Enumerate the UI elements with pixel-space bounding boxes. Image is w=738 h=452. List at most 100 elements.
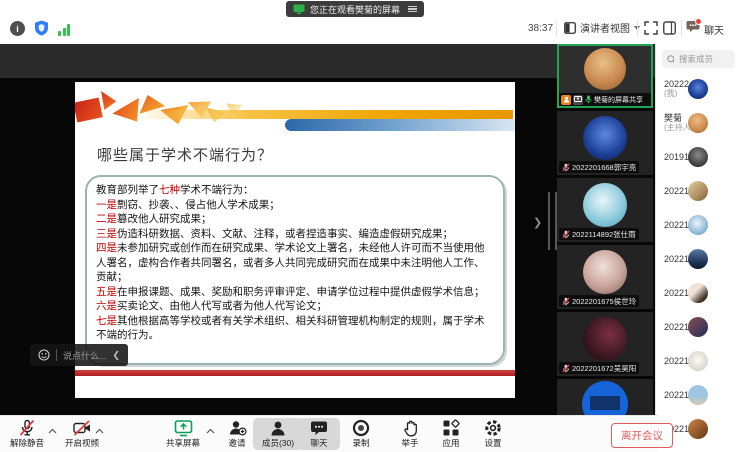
meeting-timer: 38:37 [528,23,553,34]
search-icon [667,55,674,64]
divider [556,21,557,37]
slide-decoration-orange-bar [135,110,513,119]
divider [637,21,638,37]
avatar [583,183,627,227]
member-row[interactable]: 20191 [656,140,738,174]
meeting-info-icon[interactable]: i [10,21,25,36]
avatar [583,250,627,294]
camera-off-icon [72,419,92,437]
avatar [584,48,626,90]
slide-bottom-red-band [75,370,515,376]
member-row[interactable]: 20221 [656,174,738,208]
divider [681,21,682,37]
slide-line: 三是伪造科研数据、资料、文献、注释，或者捏造事实、编造虚假研究成果； [96,227,494,242]
chat-panel-title: 聊天 [704,22,724,37]
video-thumb[interactable]: 2022201675侯世玲 [557,245,653,309]
share-screen-button[interactable]: 共享屏幕 [160,419,206,449]
view-mode-dropdown[interactable]: 演讲者视图 [564,20,640,35]
thumb-label: 2022201672吴昊阳 [572,363,636,374]
divider [56,349,57,361]
thumb-label: 2022201675侯世玲 [572,296,636,307]
members-button[interactable]: 成员(30) [253,418,303,450]
avatar [688,283,708,303]
mic-muted-icon [18,419,36,437]
quick-chat-bar[interactable]: 说点什么... ❮ [30,344,128,366]
member-row[interactable]: 20222(我) [656,72,738,106]
member-search-input[interactable] [677,53,730,65]
bottom-toolbar: 解除静音 开启视频 共享屏幕 邀请 成员(30) 聊天 录制 [0,415,658,452]
record-button[interactable]: 录制 [338,419,384,449]
member-row[interactable]: 20221 [656,378,738,412]
unmute-button[interactable]: 解除静音 [4,419,50,449]
start-video-button[interactable]: 开启视频 [59,419,105,449]
gear-icon [484,419,502,437]
video-thumb[interactable]: 2022201668郭宇亮 [557,111,653,175]
fullscreen-icon[interactable] [644,21,658,35]
member-row[interactable]: 20221 [656,208,738,242]
mic-on-icon [585,95,592,104]
slide-line: 六是买卖论文、由他人代写或者为他人代写论文； [96,299,494,314]
mic-muted-icon [562,230,570,239]
raise-hand-button[interactable]: 举手 [387,419,433,449]
invite-person-icon [228,419,247,437]
avatar [688,113,708,133]
chat-unread-dot [695,18,702,25]
chat-button[interactable]: 聊天 [298,418,340,450]
member-row[interactable]: 20221 [656,276,738,310]
member-row[interactable]: 樊菊(主持人 [656,106,738,140]
screen-watch-notification[interactable]: 您正在观看樊菊的屏幕 [286,1,424,17]
member-row[interactable]: 20221 [656,242,738,276]
video-thumb[interactable]: 2022114892张仕雨 [557,178,653,242]
member-row[interactable]: 20221 [656,310,738,344]
thumb-label: 2022201668郭宇亮 [572,162,636,173]
avatar [688,385,708,405]
members-icon [269,420,287,437]
member-list-panel: 20222(我) 樊菊(主持人 20191 20221 20221 20221 … [655,44,738,452]
leave-meeting-button[interactable]: 离开会议 [611,423,673,448]
avatar [688,351,708,371]
meeting-window: 您正在观看樊菊的屏幕 i 38:37 演讲者视图 聊天 [0,0,738,452]
share-screen-icon [174,419,193,437]
mic-muted-icon [562,163,570,172]
security-shield-icon[interactable] [34,20,49,36]
apps-button[interactable]: 应用 [428,419,474,449]
collapse-left-icon[interactable]: ❮ [113,350,121,361]
thumb-label: 2022114892张仕雨 [572,229,636,240]
view-mode-label: 演讲者视图 [580,20,630,35]
thumb-label: 樊菊的屏幕共享 [594,95,643,105]
slide-line: 二是篡改他人研究成果； [96,212,494,227]
slide-decoration [75,98,103,123]
slide-line: 一是剽窃、抄袭、、侵占他人学术成果； [96,198,494,213]
scrollbar[interactable] [548,192,557,250]
avatar [688,147,708,167]
slide-line: 七是其他根据高等学校或者有关学术组织、相关科研管理机构制定的规则，属于学术不端的… [96,314,494,343]
mic-options-chevron[interactable] [48,428,57,434]
side-panel-icon[interactable] [663,21,676,35]
settings-button[interactable]: 设置 [470,419,516,449]
video-thumbnail-strip: 樊菊的屏幕共享 2022201668郭宇亮 2022114892张仕雨 2022… [557,44,653,415]
chat-bubble-icon [310,420,328,437]
avatar [688,79,708,99]
mic-muted-icon [562,297,570,306]
quick-chat-placeholder[interactable]: 说点什么... [63,349,107,362]
avatar [583,116,627,160]
mic-muted-icon [562,364,570,373]
avatar [688,181,708,201]
slide-title: 哪些属于学术不端行为？ [97,144,273,165]
record-icon [352,419,370,437]
chat-panel-header[interactable]: 聊天 [686,20,724,38]
screen-share-badge-icon [573,95,583,105]
emoji-icon[interactable] [38,349,50,361]
slide-decoration-blue-swoosh [285,119,515,131]
presenter-status-bar: 樊菊的屏幕共享 [559,93,651,106]
member-search[interactable] [662,50,735,68]
video-options-chevron[interactable] [95,428,104,434]
notification-text: 您正在观看樊菊的屏幕 [310,3,400,16]
video-thumb-presenter[interactable]: 樊菊的屏幕共享 [557,44,653,108]
member-row[interactable]: 20221 [656,344,738,378]
expand-panel-icon[interactable]: ❯ [533,216,542,229]
notification-menu-icon[interactable] [408,6,417,13]
slide-line: 五是在申报课题、成果、奖励和职务评审评定、申请学位过程中提供虚假学术信息； [96,285,494,300]
video-thumb[interactable]: 2022201672吴昊阳 [557,312,653,376]
network-signal-icon[interactable] [58,23,70,36]
